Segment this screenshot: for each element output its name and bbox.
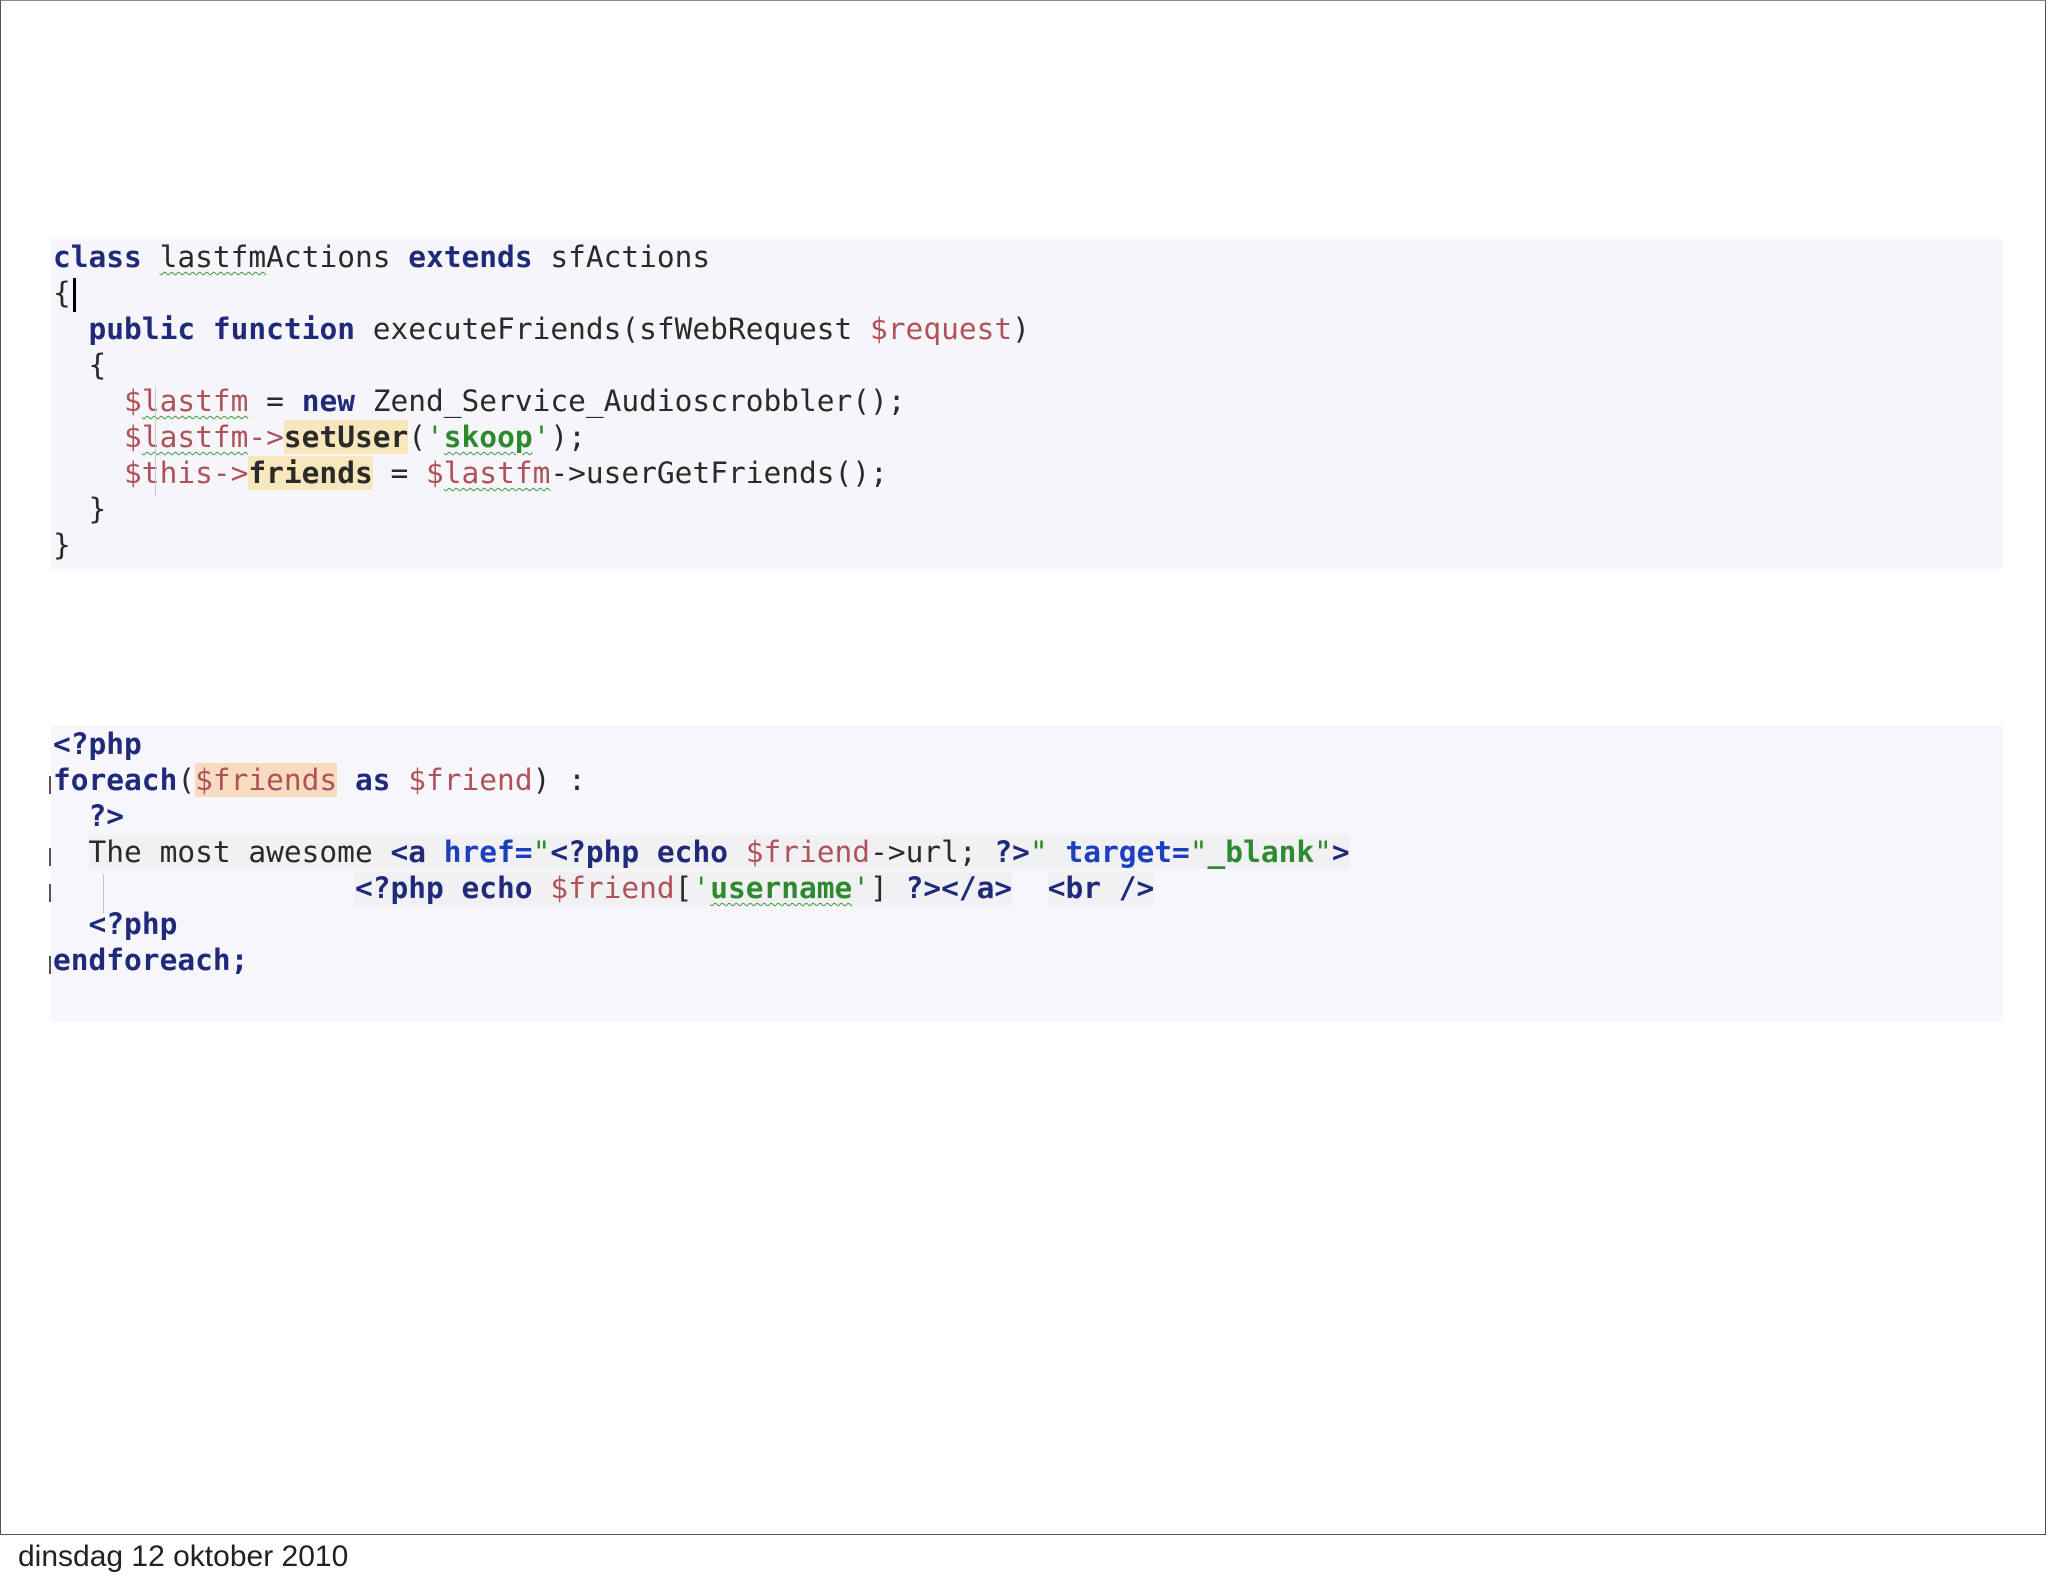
php-open-tag: <?php <box>550 835 640 869</box>
html-tag: <a <box>390 835 426 869</box>
keyword: echo <box>639 835 746 869</box>
code-line: class lastfmActions extends sfActions <box>53 239 2003 275</box>
keyword: as <box>354 763 391 797</box>
margin-marker <box>49 776 51 794</box>
php-close-tag: ?> <box>905 871 942 905</box>
code-line: <?php echo $friend['username'] ?></a> <b… <box>53 870 2003 906</box>
keyword: extends <box>408 240 533 274</box>
parent-class: sfActions <box>550 240 711 274</box>
string-quote: " <box>1189 835 1208 869</box>
code-line: } <box>53 527 2003 563</box>
code-line: <?php <box>53 726 2003 762</box>
brace: { <box>53 276 71 310</box>
keyword: public <box>88 312 196 346</box>
margin-marker <box>49 848 51 866</box>
php-open-tag: <?php <box>53 727 142 761</box>
code-line: <?php <box>53 906 2003 942</box>
code-line: $this->friends = $lastfm->userGetFriends… <box>53 455 2003 491</box>
php-open-tag: <?php <box>354 871 444 905</box>
indent-guide <box>155 387 156 497</box>
variable: $request <box>870 312 1013 346</box>
punctuation: [ <box>674 871 693 905</box>
code-line: public function executeFriends(sfWebRequ… <box>53 311 2003 347</box>
slide-frame: class lastfmActions extends sfActions { … <box>0 0 2046 1535</box>
code-line: foreach($friends as $friend) : <box>53 762 2003 798</box>
string-literal: username <box>710 871 853 905</box>
string-quote: " <box>1314 835 1332 869</box>
brace: { <box>88 348 107 382</box>
variable: $this <box>124 456 213 490</box>
punctuation: ] <box>870 871 906 905</box>
keyword: foreach <box>53 763 178 797</box>
code-text: Zend_Service_Audioscrobbler(); <box>354 384 906 418</box>
operator: = <box>372 456 427 490</box>
code-line: } <box>53 491 2003 527</box>
operator: -> <box>248 420 284 454</box>
variable: $ <box>426 456 444 490</box>
variable: $ <box>124 384 142 418</box>
punctuation: ) <box>1012 312 1030 346</box>
code-block-actions-class: class lastfmActions extends sfActions { … <box>51 239 2003 569</box>
brace: } <box>53 528 71 562</box>
variable: $friend <box>408 763 533 797</box>
php-close-tag: ?> <box>88 799 125 833</box>
punctuation: ) : <box>532 763 586 797</box>
variable: lastfm <box>443 456 551 490</box>
php-close-tag: ?> <box>994 835 1030 869</box>
code-line: $lastfm = new Zend_Service_Audioscrobble… <box>53 383 2003 419</box>
variable: $friends <box>195 763 338 797</box>
indent-guide <box>103 874 104 914</box>
keyword: endforeach; <box>53 943 249 977</box>
code-line: The most awesome <a href="<?php echo $fr… <box>53 834 2003 870</box>
php-open-tag: <?php <box>88 907 178 941</box>
code-text: ->userGetFriends(); <box>550 456 888 490</box>
html-attribute: target= <box>1047 835 1190 869</box>
string-quote: ' <box>532 420 551 454</box>
text-cursor <box>72 277 76 312</box>
string-literal: _blank <box>1207 835 1315 869</box>
code-block-template: <?php foreach($friends as $friend) : ?> … <box>49 726 2003 1022</box>
code-line: { <box>53 275 2003 312</box>
margin-marker <box>49 884 51 902</box>
class-name-part: Actions <box>266 240 391 274</box>
class-name-part: lastfm <box>159 240 267 274</box>
variable: $friend <box>745 835 871 869</box>
operator: -> <box>212 456 249 490</box>
operator: = <box>248 384 302 418</box>
code-line: { <box>53 347 2003 383</box>
margin-marker <box>49 956 51 974</box>
method-signature: executeFriends(sfWebRequest <box>372 312 871 346</box>
variable: lastfm <box>141 384 249 418</box>
punctuation: ( <box>177 763 196 797</box>
string-quote: " <box>532 835 551 869</box>
html-tag: <br /> <box>1047 871 1155 905</box>
string-quote: ' <box>426 420 444 454</box>
variable: lastfm <box>141 420 249 454</box>
html-text: The most awesome <box>88 835 391 869</box>
keyword: function <box>212 312 355 346</box>
html-tag: > <box>1331 835 1350 869</box>
punctuation: ); <box>550 420 586 454</box>
string-quote: ' <box>692 871 711 905</box>
html-attribute: href= <box>426 835 533 869</box>
string-quote: " <box>1029 835 1048 869</box>
keyword: echo <box>443 871 551 905</box>
punctuation: ( <box>408 420 427 454</box>
variable: $ <box>124 420 142 454</box>
code-line: endforeach; <box>53 942 2003 978</box>
keyword: class <box>53 240 142 274</box>
code-text: ->url; <box>870 835 995 869</box>
code-line: $lastfm->setUser('skoop'); <box>53 419 2003 455</box>
string-literal: skoop <box>443 420 533 454</box>
property: friends <box>248 456 373 490</box>
keyword: new <box>301 384 355 418</box>
code-line: ?> <box>53 798 2003 834</box>
method-call: setUser <box>283 420 409 454</box>
footer-date: dinsdag 12 oktober 2010 <box>18 1540 349 1573</box>
string-quote: ' <box>852 871 871 905</box>
html-tag: </a> <box>941 871 1013 905</box>
brace: } <box>88 492 107 526</box>
variable: $friend <box>550 871 675 905</box>
